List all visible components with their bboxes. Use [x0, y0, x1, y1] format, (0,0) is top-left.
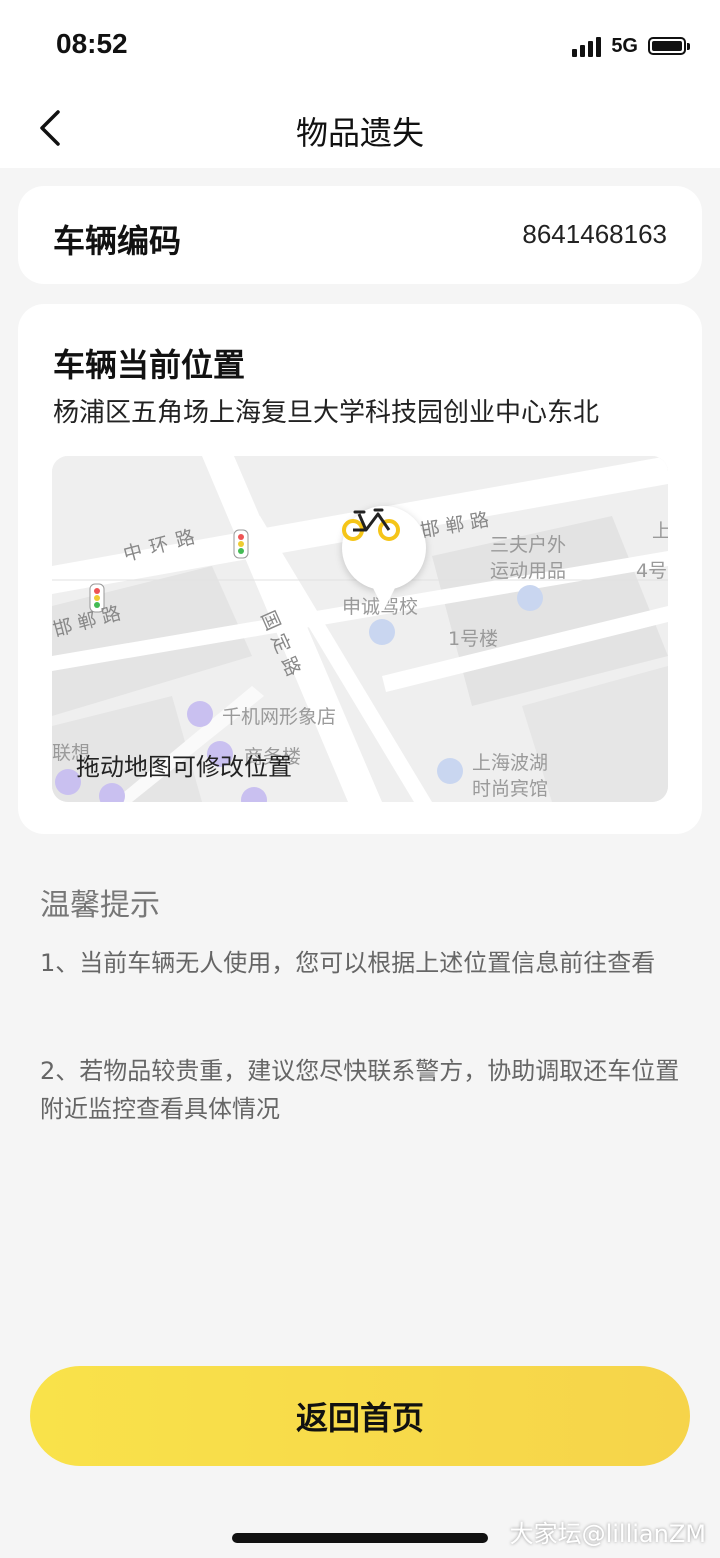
- location-address: 杨浦区五角场上海复旦大学科技园创业中心东北: [53, 398, 600, 428]
- battery-icon: [648, 37, 690, 55]
- page-title: 物品遗失: [295, 114, 424, 152]
- map-poi-label: 4号: [636, 560, 668, 582]
- location-title: 车辆当前位置: [53, 346, 246, 384]
- map-poi-label: 三夫户外: [490, 534, 567, 556]
- tip-item: 1、当前车辆无人使用，您可以根据上述位置信息前往查看: [40, 949, 656, 977]
- back-to-home-button[interactable]: 返回首页: [30, 1366, 690, 1466]
- status-indicators: 5G: [572, 32, 690, 60]
- tips-title: 温馨提示: [40, 888, 160, 923]
- status-time: 08:52: [56, 28, 128, 59]
- map-poi-label: 上海波湖: [472, 752, 549, 774]
- map-poi-label: 运动用品: [490, 560, 567, 582]
- map-view[interactable]: 中环路 邯郸路 国定路 邯郸路 三夫户外 运动用品 申诚驾校 1号楼 千机网形象…: [52, 456, 668, 802]
- nav-bar: 物品遗失: [0, 90, 720, 168]
- bike-icon: [342, 508, 400, 541]
- tip-item: 2、若物品较贵重，建议您尽快联系警方，协助调取还车位置附近监控查看具体情况: [40, 1057, 680, 1123]
- map-drag-hint: 拖动地图可修改位置: [76, 753, 292, 781]
- network-type: 5G: [611, 34, 638, 57]
- map-poi-label: 1号楼: [448, 628, 499, 650]
- vehicle-location-card: 车辆当前位置 杨浦区五角场上海复旦大学科技园创业中心东北 中环路 邯郸路 国定路…: [18, 304, 702, 834]
- signal-icon: [572, 35, 602, 57]
- vehicle-code-value: 8641468163: [522, 219, 667, 249]
- map-poi-label: 上: [652, 520, 668, 542]
- map-poi-label: 时尚宾馆: [472, 778, 549, 800]
- home-indicator: [232, 1533, 488, 1543]
- vehicle-code-card: 车辆编码 8641468163: [18, 186, 702, 284]
- bike-location-pin[interactable]: [342, 506, 426, 610]
- map-poi-label: 千机网形象店: [222, 706, 337, 728]
- vehicle-code-label: 车辆编码: [53, 222, 182, 260]
- status-bar: 08:52 5G: [0, 0, 720, 90]
- watermark: 大家坛@lillianZM: [509, 1520, 706, 1548]
